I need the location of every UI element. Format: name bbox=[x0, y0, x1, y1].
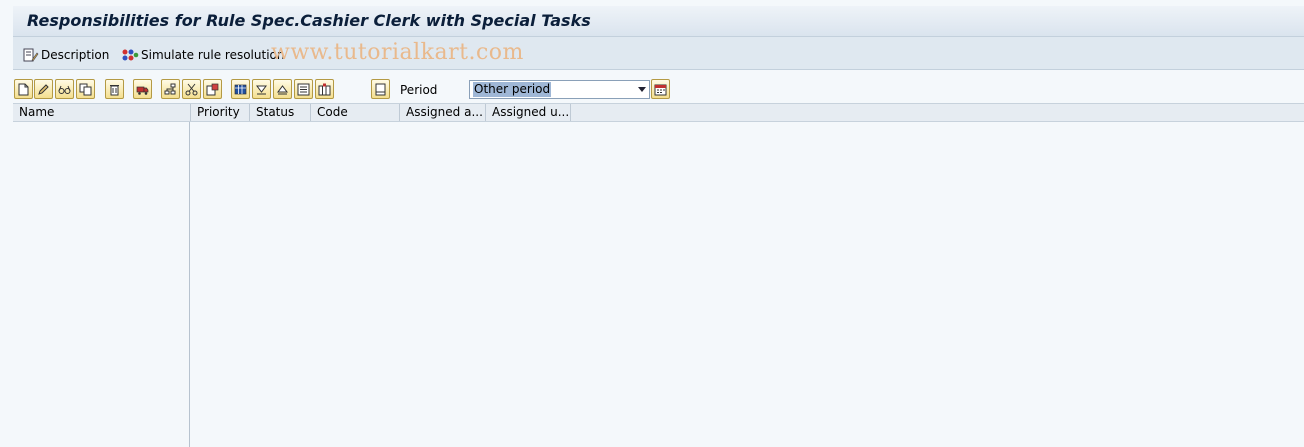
create-button[interactable] bbox=[14, 79, 33, 99]
print-button[interactable] bbox=[371, 79, 390, 99]
column-header-assigned-a[interactable]: Assigned a... bbox=[400, 104, 486, 121]
collapse-all-button[interactable] bbox=[273, 79, 292, 99]
table-grid-icon bbox=[234, 84, 247, 94]
validity-button[interactable] bbox=[203, 79, 222, 99]
period-label: Period bbox=[400, 83, 438, 97]
trash-icon bbox=[110, 84, 119, 95]
description-label: Description bbox=[41, 48, 110, 62]
document-pencil-icon bbox=[23, 48, 39, 62]
assign-button[interactable] bbox=[161, 79, 180, 99]
hierarchy-icon bbox=[164, 83, 176, 94]
tree-pane bbox=[13, 122, 190, 447]
chevron-down-icon[interactable] bbox=[638, 87, 646, 92]
application-toolbar: Description Simulate rule resolution bbox=[13, 37, 1304, 70]
display-button[interactable] bbox=[55, 79, 74, 99]
cut-icon bbox=[185, 83, 198, 95]
expand-all-button[interactable] bbox=[252, 79, 271, 99]
calendar-button[interactable] bbox=[651, 79, 670, 99]
simulation-icon bbox=[122, 49, 139, 61]
list-detail-icon bbox=[297, 83, 310, 95]
alv-toolbar: Period Other period bbox=[13, 76, 1304, 102]
window-left-margin bbox=[0, 0, 13, 447]
date-document-icon bbox=[206, 83, 219, 95]
new-document-icon bbox=[18, 83, 29, 95]
grid-header: Name Priority Status Code Assigned a... … bbox=[13, 103, 1304, 122]
printer-document-icon bbox=[375, 83, 386, 95]
expand-down-icon bbox=[256, 85, 267, 94]
transport-button[interactable] bbox=[133, 79, 152, 99]
period-selected-value: Other period bbox=[473, 82, 552, 97]
reassign-button[interactable] bbox=[182, 79, 201, 99]
select-layout-button[interactable] bbox=[231, 79, 250, 99]
period-dropdown[interactable]: Other period bbox=[469, 80, 650, 99]
column-header-priority[interactable]: Priority bbox=[191, 104, 250, 121]
column-header-assigned-u[interactable]: Assigned u... bbox=[486, 104, 571, 121]
pencil-icon bbox=[38, 83, 49, 95]
watermark-text: www.tutorialkart.com bbox=[271, 40, 524, 65]
description-button[interactable]: Description bbox=[23, 46, 109, 64]
column-header-name[interactable]: Name bbox=[13, 104, 191, 121]
truck-icon bbox=[136, 86, 149, 95]
settings-columns-button[interactable] bbox=[315, 79, 334, 99]
calendar-icon bbox=[654, 84, 667, 95]
change-button[interactable] bbox=[34, 79, 53, 99]
collapse-up-icon bbox=[277, 84, 288, 94]
column-settings-icon bbox=[318, 83, 331, 95]
column-header-status[interactable]: Status bbox=[250, 104, 311, 121]
copy-icon bbox=[79, 83, 92, 95]
simulate-rule-resolution-button[interactable]: Simulate rule resolution bbox=[121, 46, 284, 64]
title-bar: Responsibilities for Rule Spec.Cashier C… bbox=[13, 6, 1304, 37]
page-title: Responsibilities for Rule Spec.Cashier C… bbox=[27, 11, 591, 30]
glasses-icon bbox=[58, 85, 71, 94]
delete-button[interactable] bbox=[105, 79, 124, 99]
column-header-code[interactable]: Code bbox=[311, 104, 400, 121]
copy-button[interactable] bbox=[76, 79, 95, 99]
details-button[interactable] bbox=[294, 79, 313, 99]
simulate-label: Simulate rule resolution bbox=[141, 48, 285, 62]
list-pane bbox=[191, 122, 1304, 447]
